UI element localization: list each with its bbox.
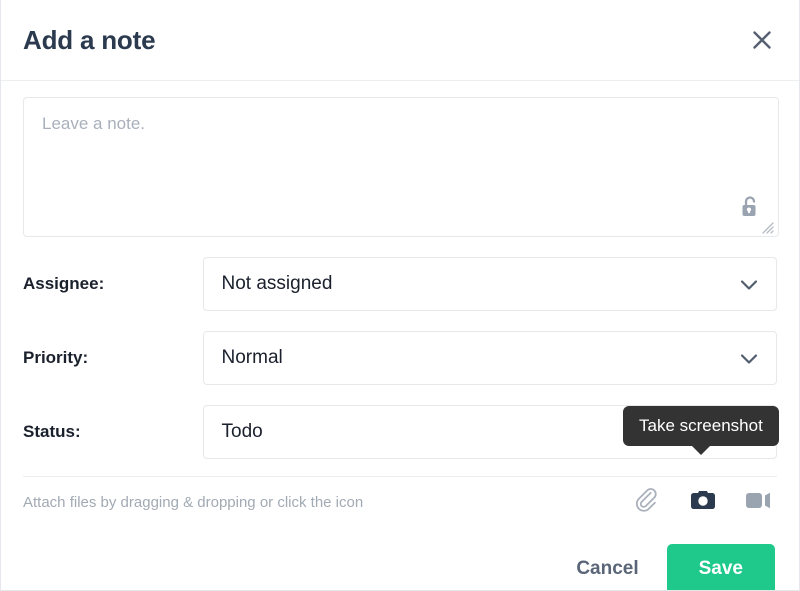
take-screenshot-button[interactable]	[687, 487, 719, 519]
chevron-down-icon	[740, 352, 758, 364]
attach-hint-text: Attach files by dragging & dropping or c…	[23, 494, 363, 511]
attachment-icon-group	[631, 487, 777, 519]
tooltip-arrow	[691, 445, 711, 455]
note-input[interactable]	[23, 97, 779, 237]
status-label: Status:	[23, 422, 203, 442]
unlock-icon[interactable]	[739, 195, 761, 219]
attach-file-button[interactable]	[631, 487, 663, 519]
assignee-row: Assignee: Not assigned	[23, 257, 777, 311]
dialog-footer: Cancel Save	[23, 544, 777, 591]
tooltip-text: Take screenshot	[639, 416, 763, 435]
paperclip-icon	[634, 487, 660, 518]
note-field-wrapper	[23, 97, 777, 237]
assignee-select[interactable]: Not assigned	[203, 257, 778, 311]
close-icon	[751, 29, 773, 51]
assignee-value: Not assigned	[222, 273, 333, 295]
cancel-button[interactable]: Cancel	[554, 544, 660, 591]
page-title: Add a note	[23, 25, 155, 56]
resize-handle-icon[interactable]	[760, 220, 774, 234]
record-video-button[interactable]	[743, 487, 775, 519]
assignee-label: Assignee:	[23, 274, 203, 294]
attachment-row: Attach files by dragging & dropping or c…	[23, 476, 777, 528]
dialog-header: Add a note	[1, 0, 799, 81]
screenshot-tooltip: Take screenshot	[623, 406, 779, 446]
priority-select[interactable]: Normal	[203, 331, 778, 385]
video-camera-icon	[744, 489, 774, 516]
priority-row: Priority: Normal	[23, 331, 777, 385]
add-note-dialog: Add a note	[0, 0, 800, 591]
status-value: Todo	[222, 421, 263, 443]
save-button[interactable]: Save	[667, 544, 775, 591]
priority-value: Normal	[222, 347, 283, 369]
dialog-body: Assignee: Not assigned Priority: Normal	[1, 81, 799, 591]
close-button[interactable]	[745, 23, 779, 57]
chevron-down-icon	[740, 278, 758, 290]
camera-icon	[689, 488, 717, 517]
priority-label: Priority:	[23, 348, 203, 368]
